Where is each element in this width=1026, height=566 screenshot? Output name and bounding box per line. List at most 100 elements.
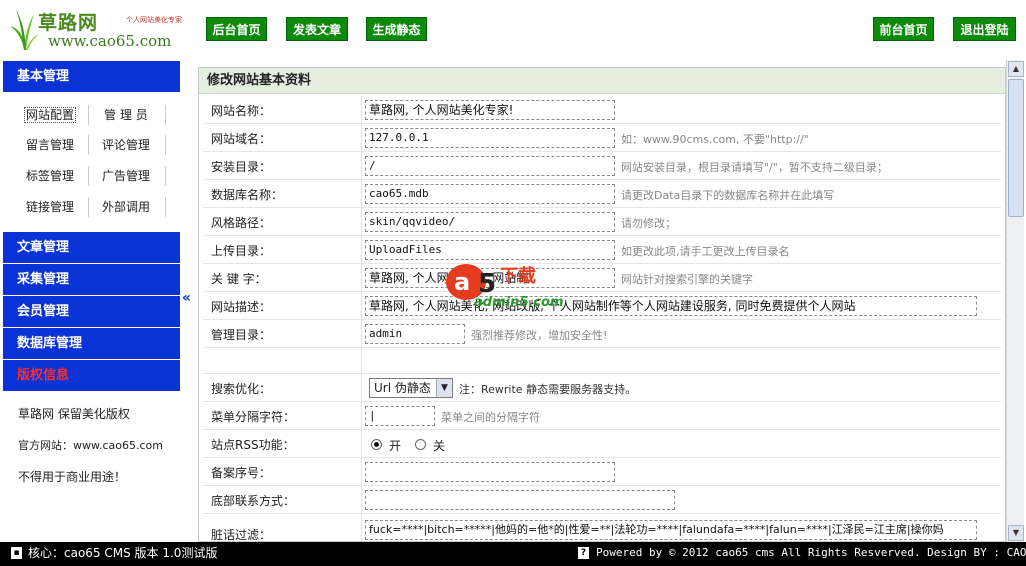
sidebar-item-ads[interactable]: 广告管理 xyxy=(89,165,163,187)
field-label: 搜索优化： xyxy=(211,382,272,396)
divider xyxy=(361,124,362,152)
install-dir-input[interactable]: / xyxy=(365,156,615,176)
divider xyxy=(361,208,362,236)
logo-url: www.cao65.com xyxy=(48,32,172,50)
divider xyxy=(165,166,166,186)
copyright-text: Powered by © 2012 cao65 cms All Rights R… xyxy=(596,546,1026,559)
rss-on-label: 开 xyxy=(389,439,402,453)
domain-input[interactable]: 127.0.0.1 xyxy=(365,128,615,148)
field-hint: 如更改此项,请手工更改上传目录名 xyxy=(621,245,790,258)
frontend-home-button[interactable]: 前台首页 xyxy=(873,17,934,41)
divider xyxy=(361,180,362,208)
field-hint: 注：Rewrite 静态需要服务器支持。 xyxy=(459,383,637,396)
logo-tagline: 个人网站美化专家 xyxy=(126,16,182,24)
status-bar: ▪ 核心：cao65 CMS 版本 1.0测试版 ? Powered by © … xyxy=(0,542,1026,566)
divider xyxy=(361,458,362,486)
field-label: 数据库名称： xyxy=(211,188,284,202)
form-row-seo: 搜索优化： Url 伪静态 ▼ 注：Rewrite 静态需要服务器支持。 xyxy=(203,374,1001,402)
sidebar-item-tags[interactable]: 标签管理 xyxy=(13,165,87,187)
divider xyxy=(361,402,362,430)
sidebar-basic-management[interactable]: 基本管理 xyxy=(3,61,180,92)
sidebar-copyright-info[interactable]: 版权信息 xyxy=(3,360,180,391)
field-label: 安装目录： xyxy=(211,160,272,174)
field-label: 管理目录： xyxy=(211,328,272,342)
sidebar-item-links[interactable]: 链接管理 xyxy=(13,196,87,218)
logo[interactable]: 草路网 个人网站美化专家 www.cao65.com xyxy=(8,6,193,52)
sidebar-item-site-config[interactable]: 网站配置 xyxy=(13,104,87,126)
menu-separator-input[interactable]: | xyxy=(365,406,435,426)
field-label: 网站域名： xyxy=(211,132,272,146)
copyright-note: 草路网 保留美化版权 xyxy=(18,407,130,421)
form-row-skin-path: 风格路径： skin/qqvideo/ 请勿修改； xyxy=(203,208,1001,236)
sidebar-item-admins[interactable]: 管 理 员 xyxy=(89,104,163,126)
scroll-up-icon[interactable]: ▲ xyxy=(1008,61,1024,77)
field-label: 脏话过滤： xyxy=(211,528,272,542)
sidebar-article-management[interactable]: 文章管理 xyxy=(3,232,180,263)
sidebar-item-comments[interactable]: 评论管理 xyxy=(89,134,163,156)
field-hint: 强烈推荐修改，增加安全性! xyxy=(471,329,608,342)
sidebar-database-management[interactable]: 数据库管理 xyxy=(3,328,180,359)
divider xyxy=(361,320,362,348)
sidebar: 基本管理 网站配置 管 理 员 留言管理 评论管理 标签管理 广告管理 链接管理… xyxy=(0,58,182,542)
field-label: 网站描述： xyxy=(211,300,272,314)
divider xyxy=(361,348,362,376)
icp-number-input[interactable] xyxy=(365,462,615,482)
field-hint: 网站针对搜索引擎的关键字 xyxy=(621,273,753,286)
grass-logo-icon xyxy=(10,10,39,50)
sidebar-collect-management[interactable]: 采集管理 xyxy=(3,264,180,295)
site-name-input[interactable]: 草路网, 个人网站美化专家! xyxy=(365,100,615,120)
divider xyxy=(361,292,362,320)
form-row-word-filter: 脏话过滤： fuck=****|bitch=*****|他妈的=他*的|性爱=*… xyxy=(203,514,1001,542)
sidebar-member-management[interactable]: 会员管理 xyxy=(3,296,180,327)
collapse-sidebar-icon[interactable]: « xyxy=(182,290,194,306)
field-label: 站点RSS功能： xyxy=(211,438,295,452)
panel-title: 修改网站基本资料 xyxy=(199,68,1005,94)
help-icon[interactable]: ? xyxy=(578,547,589,559)
field-label: 备案序号： xyxy=(211,466,272,480)
skin-path-input[interactable]: skin/qqvideo/ xyxy=(365,212,615,232)
form-row-menu-separator: 菜单分隔字符： | 菜单之间的分隔字符 xyxy=(203,402,1001,430)
official-site-note: 官方网站：www.cao65.com xyxy=(18,439,163,452)
field-hint: 菜单之间的分隔字符 xyxy=(441,411,540,424)
footer-contact-input[interactable] xyxy=(365,490,675,510)
post-article-button[interactable]: 发表文章 xyxy=(286,17,348,41)
field-label: 风格路径： xyxy=(211,216,272,230)
svg-text:a: a xyxy=(454,268,470,296)
logout-button[interactable]: 退出登陆 xyxy=(953,17,1016,41)
sidebar-item-guestbook[interactable]: 留言管理 xyxy=(13,134,87,156)
divider xyxy=(361,430,362,458)
field-label: 上传目录： xyxy=(211,244,272,258)
admin-dir-input[interactable]: admin xyxy=(365,324,465,344)
field-hint: 网站安装目录，根目录请填写"/"，暂不支持二级目录； xyxy=(621,161,888,174)
version-text: 核心：cao65 CMS 版本 1.0测试版 xyxy=(28,546,218,560)
form-row-install-dir: 安装目录： / 网站安装目录，根目录请填写"/"，暂不支持二级目录； xyxy=(203,152,1001,180)
field-hint: 请更改Data目录下的数据库名称并在此填写 xyxy=(621,189,835,202)
upload-dir-input[interactable]: UploadFiles xyxy=(365,240,615,260)
scroll-down-icon[interactable]: ▼ xyxy=(1008,525,1024,541)
word-filter-textarea[interactable]: fuck=****|bitch=*****|他妈的=他*的|性爱=**|法轮功=… xyxy=(365,520,977,540)
vertical-scrollbar[interactable]: ▲ ▼ xyxy=(1006,60,1024,542)
monitor-icon: ▪ xyxy=(11,547,22,559)
divider xyxy=(361,514,362,541)
field-label: 底部联系方式： xyxy=(211,494,296,508)
field-label: 菜单分隔字符： xyxy=(211,410,296,424)
watermark-download-label: 下载 xyxy=(500,265,536,287)
commercial-use-note: 不得用于商业用途！ xyxy=(18,470,127,484)
admin-home-button[interactable]: 后台首页 xyxy=(206,17,267,41)
generate-static-button[interactable]: 生成静态 xyxy=(366,17,427,41)
sidebar-item-external-call[interactable]: 外部调用 xyxy=(89,196,163,218)
a5-watermark-logo: a 5 下载 admin5.com xyxy=(446,264,564,310)
scroll-thumb[interactable] xyxy=(1008,79,1024,217)
rss-on-radio[interactable] xyxy=(371,439,382,450)
divider xyxy=(165,105,166,125)
rss-off-radio[interactable] xyxy=(415,439,426,450)
form-row-upload-dir: 上传目录： UploadFiles 如更改此项,请手工更改上传目录名 xyxy=(203,236,1001,264)
db-name-input[interactable]: cao65.mdb xyxy=(365,184,615,204)
divider xyxy=(165,197,166,217)
divider xyxy=(361,486,362,514)
form-row-icp: 备案序号： xyxy=(203,458,1001,486)
form-row-admin-dir: 管理目录： admin 强烈推荐修改，增加安全性! xyxy=(203,320,1001,348)
seo-mode-value: Url 伪静态 xyxy=(374,381,431,395)
form-row-domain: 网站域名： 127.0.0.1 如：www.90cms.com, 不要"http… xyxy=(203,124,1001,152)
seo-mode-select[interactable]: Url 伪静态 ▼ xyxy=(369,378,453,398)
